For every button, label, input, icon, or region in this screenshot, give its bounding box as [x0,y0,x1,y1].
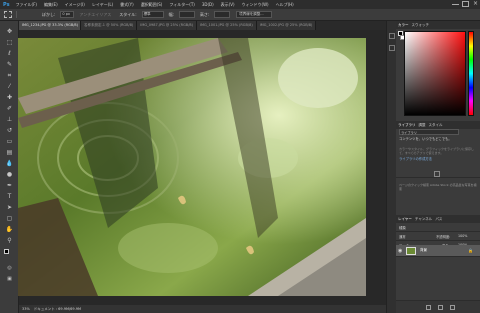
width-label: 幅: [168,11,174,17]
height-label: 高さ: [199,11,210,17]
options-bar: ぼかし: 0 px アンチエイリアス スタイル: 標準 幅: 高さ: 境界線を調… [0,9,480,21]
feather-input[interactable]: 0 px [60,11,75,18]
delete-layer-icon[interactable] [450,305,455,310]
library-help-link[interactable]: ライブラリの作成方法 [399,156,432,161]
quick-mask-icon[interactable]: ◎ [4,263,15,272]
style-label: スタイル: [119,11,137,17]
marquee-tool-icon[interactable]: ⬚ [4,38,15,47]
healing-brush-icon[interactable]: ✚ [4,93,15,102]
new-layer-icon[interactable] [438,305,443,310]
blend-row: 通常 不透明度: 100% [396,232,480,241]
gradient-tool-icon[interactable]: ▤ [4,148,15,157]
clone-stamp-icon[interactable]: ⊥ [4,115,15,124]
opacity-input[interactable]: 100% [458,234,467,238]
menu-edit[interactable]: 編集(E) [44,2,58,8]
water-reflection-photo [18,38,366,296]
eyedropper-tool-icon[interactable]: ⁄ [4,82,15,91]
dodge-tool-icon[interactable]: ● [4,170,15,179]
zoom-tool-icon[interactable]: ⚲ [4,236,15,245]
document-tabs: IMG_1234.JPG @ 33.3% (RGB/8) 名称未設定-1 @ 5… [19,21,386,30]
document-tab[interactable]: IMG_1002.JPG @ 25% (RGB/8) [256,21,317,30]
menu-layer[interactable]: レイヤー(L) [92,2,113,8]
library-description: カラーやスタイル、グラフィックをライブラリに保存して、すべてのアプリで使えます。 [399,147,474,155]
refine-edge-button[interactable]: 境界線を調整... [236,11,273,18]
stock-search-text[interactable]: ページのクイック検索 Adobe Stock の高品質な写真を検索 [399,183,477,191]
library-headline: コンテンツを、いつでもどこでも。 [399,137,452,141]
blend-mode-select[interactable]: 通常 [399,235,406,239]
close-icon[interactable]: × [472,1,479,7]
shape-tool-icon[interactable]: ▢ [4,214,15,223]
tab-color[interactable]: カラー [398,23,409,28]
layer-filter-row: 種類 [396,223,480,232]
properties-panel-icon[interactable] [389,45,395,51]
antialias-checkbox[interactable]: アンチエイリアス [79,12,111,18]
menu-view[interactable]: 表示(V) [221,2,235,8]
document-tab[interactable]: IMG_1001.JPG @ 25% (RGB/8) [197,21,257,30]
marquee-preset-icon[interactable] [4,11,12,18]
history-brush-icon[interactable]: ↺ [4,126,15,135]
maximize-icon[interactable] [462,1,469,7]
menu-window[interactable]: ウィンドウ(W) [242,2,269,8]
menu-file[interactable]: ファイル(F) [16,2,37,8]
menu-select[interactable]: 選択範囲(S) [141,2,163,8]
style-select[interactable]: 標準 [141,11,164,18]
crop-tool-icon[interactable]: ⌗ [4,71,15,80]
menu-3d[interactable]: 3D(D) [202,2,214,7]
menu-help[interactable]: ヘルプ(H) [276,2,294,8]
quick-select-tool-icon[interactable]: ✎ [4,60,15,69]
hand-tool-icon[interactable]: ✋ [4,225,15,234]
layer-kind-filter[interactable]: 種類 [399,226,406,230]
divider [396,177,480,178]
height-input[interactable] [214,11,231,18]
move-tool-icon[interactable]: ✥ [4,27,15,36]
document-tab[interactable]: IMG_0987.JPG @ 25% (RGB/8) [137,21,197,30]
selection-mode-icons[interactable] [16,11,38,18]
menu-type[interactable]: 書式(Y) [120,2,134,8]
document-tab[interactable]: IMG_1234.JPG @ 33.3% (RGB/8) [19,21,81,30]
tab-swatches[interactable]: スウォッチ [412,23,430,28]
brush-tool-icon[interactable]: ✐ [4,104,15,113]
color-panel-tabs: カラー スウォッチ [396,21,480,29]
lock-icon: 🔒 [468,248,473,253]
tools-panel: ✥ ⬚ ℓ ✎ ⌗ ⁄ ✚ ✐ ⊥ ↺ ▭ ▤ 💧 ● ✒ T ➤ ▢ ✋ ⚲ … [0,21,19,313]
color-picker-field[interactable] [404,31,466,116]
visibility-eye-icon[interactable]: ◉ [398,248,402,254]
layers-panel: 種類 通常 不透明度: 100% ロック: 塗り: 100% [396,215,480,313]
photoshop-logo: Ps [3,1,10,8]
library-panel: ライブラリ コンテンツを、いつでもどこでも。 カラーやスタイル、グラフィックをラ… [396,121,480,213]
opacity-label: 不透明度: [436,235,451,239]
menu-image[interactable]: イメージ(I) [65,2,85,8]
document-image[interactable] [18,38,366,296]
document-info[interactable]: ドキュメント : 69.9M/69.9M [34,307,81,312]
minimize-icon[interactable] [452,1,459,5]
layer-row[interactable]: ◉ 背景 🔒 [396,245,480,257]
screen-mode-icon[interactable]: ▣ [4,274,15,283]
panel-dock [386,21,396,313]
layer-name[interactable]: 背景 [420,248,427,253]
width-input[interactable] [178,11,195,18]
layer-thumbnail [406,247,416,255]
feather-label: ぼかし: [42,11,56,17]
zoom-level[interactable]: 33% [22,307,30,311]
type-tool-icon[interactable]: T [4,192,15,201]
history-panel-icon[interactable] [389,33,395,39]
hue-slider[interactable] [468,31,474,116]
document-tab[interactable]: 名称未設定-1 @ 50% (RGB/8) [81,21,138,30]
layers-footer [396,300,480,313]
status-bar: 33% ドキュメント : 69.9M/69.9M [19,305,386,313]
blur-tool-icon[interactable]: 💧 [4,159,15,168]
menu-filter[interactable]: フィルター(T) [169,2,194,8]
library-select[interactable]: ライブラリ [399,129,459,135]
new-group-icon[interactable] [426,305,431,310]
menu-bar: Ps ファイル(F) 編集(E) イメージ(I) レイヤー(L) 書式(Y) 選… [0,0,480,9]
foreground-color-swatch[interactable] [4,249,9,254]
eraser-tool-icon[interactable]: ▭ [4,137,15,146]
pen-tool-icon[interactable]: ✒ [4,181,15,190]
lasso-tool-icon[interactable]: ℓ [4,49,15,58]
path-select-icon[interactable]: ➤ [4,203,15,212]
